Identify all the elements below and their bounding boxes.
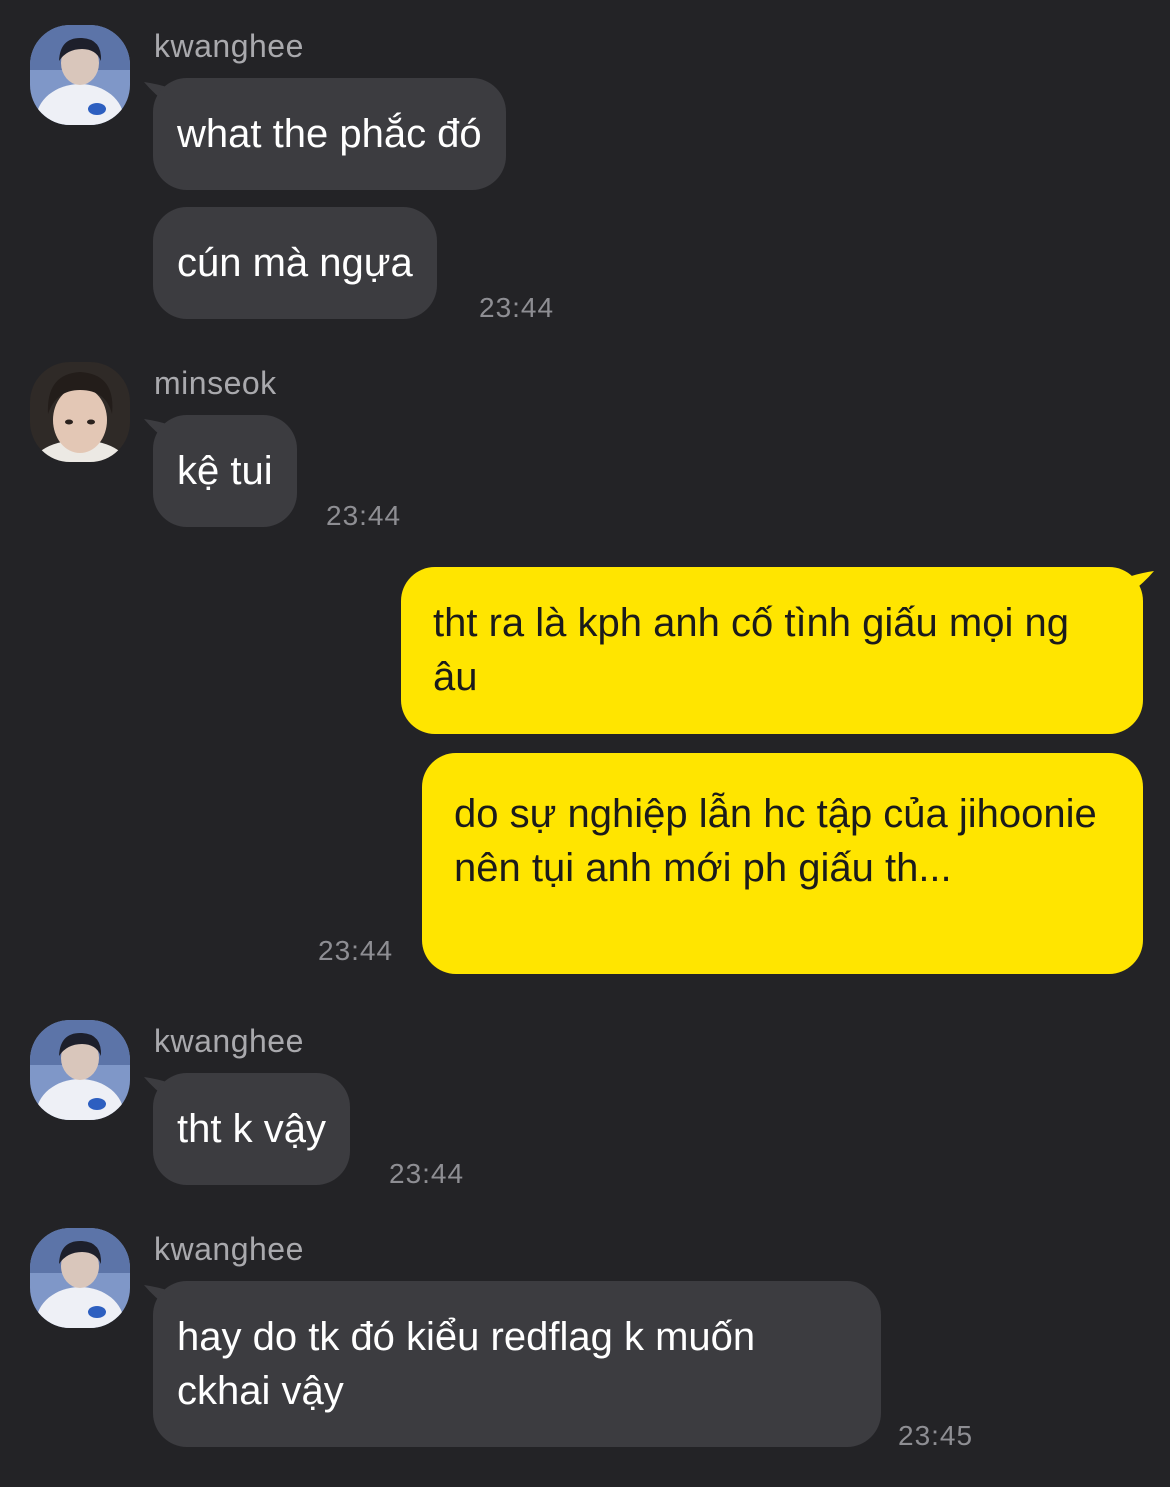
- message-timestamp: 23:44: [326, 500, 402, 531]
- message-text: tht ra là kph anh cố tình giấu mọi ng âu: [433, 601, 1069, 699]
- message-timestamp: 23:44: [479, 292, 555, 323]
- message-bubble[interactable]: tht k vậy: [153, 1073, 350, 1185]
- sender-name: kwanghee: [154, 1023, 304, 1059]
- profile-photo-kwanghee-icon: [30, 1020, 130, 1120]
- message-bubble[interactable]: hay do tk đó kiểu redflag k muốn ckhai v…: [153, 1281, 881, 1447]
- profile-photo-kwanghee-icon: [30, 1228, 130, 1328]
- message-bubble[interactable]: what the phắc đó: [153, 78, 506, 190]
- message-bubble[interactable]: kệ tui: [153, 415, 297, 527]
- sender-name: kwanghee: [154, 28, 304, 64]
- avatar-kwanghee[interactable]: [30, 1228, 130, 1328]
- message-bubble[interactable]: cún mà ngựa: [153, 207, 437, 319]
- avatar-minseok[interactable]: [30, 362, 130, 462]
- profile-photo-minseok-icon: [30, 362, 130, 462]
- message-text: tht k vậy: [177, 1107, 326, 1151]
- message-text: what the phắc đó: [177, 112, 482, 156]
- message-text: hay do tk đó kiểu redflag k muốn ckhai v…: [177, 1315, 756, 1413]
- avatar-kwanghee[interactable]: [30, 25, 130, 125]
- message-timestamp: 23:44: [318, 935, 394, 966]
- message-timestamp: 23:45: [898, 1420, 974, 1451]
- profile-photo-kwanghee-icon: [30, 25, 130, 125]
- message-bubble[interactable]: do sự nghiệp lẫn hc tập của jihoonie nên…: [422, 753, 1143, 974]
- message-text: kệ tui: [177, 449, 273, 493]
- sender-name: kwanghee: [154, 1231, 304, 1267]
- message-text: do sự nghiệp lẫn hc tập của jihoonie nên…: [454, 792, 1097, 890]
- message-text: cún mà ngựa: [177, 241, 413, 285]
- sender-name: minseok: [154, 365, 277, 401]
- avatar-kwanghee[interactable]: [30, 1020, 130, 1120]
- message-bubble[interactable]: tht ra là kph anh cố tình giấu mọi ng âu: [401, 567, 1143, 734]
- message-timestamp: 23:44: [389, 1158, 465, 1189]
